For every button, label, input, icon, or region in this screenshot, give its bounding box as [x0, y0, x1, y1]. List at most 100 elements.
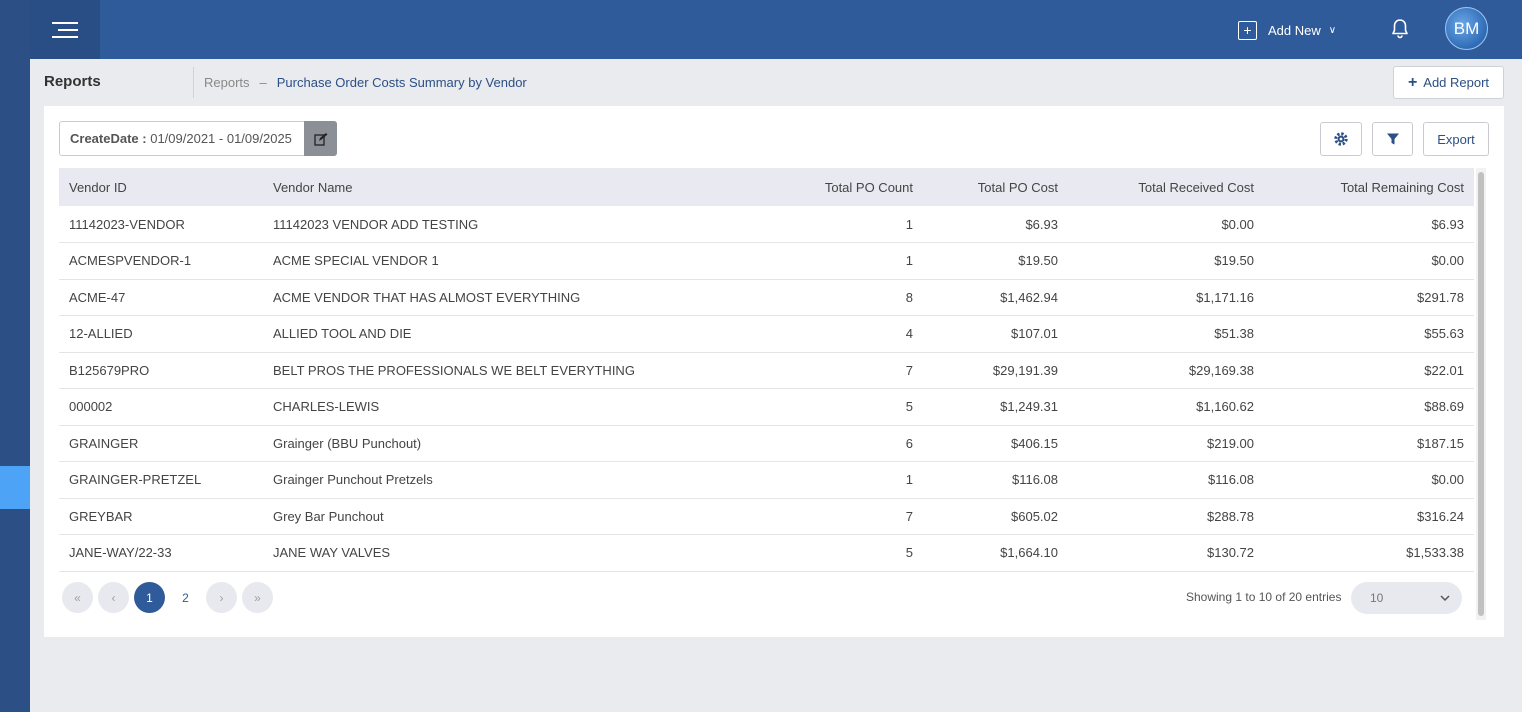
po-count-cell: 7 [743, 498, 923, 535]
column-header[interactable]: Total PO Count [743, 168, 923, 206]
first-page-button[interactable]: « [62, 582, 93, 613]
po-cost-cell: $116.08 [923, 461, 1068, 499]
remaining-cost-cell: $55.63 [1264, 315, 1474, 353]
received-cost-cell: $116.08 [1068, 461, 1264, 499]
gear-icon [1334, 132, 1348, 146]
report-table: Vendor ID Vendor Name Total PO Count Tot… [59, 168, 1474, 572]
received-cost-cell: $1,171.16 [1068, 279, 1264, 316]
table-row[interactable]: 000002 CHARLES-LEWIS 5 $1,249.31 $1,160.62 $8… [59, 388, 1474, 426]
remaining-cost-cell: $0.00 [1264, 242, 1474, 280]
received-cost-cell: $29,169.38 [1068, 352, 1264, 389]
vendor-name-cell: Grey Bar Punchout [263, 498, 743, 535]
breadcrumb-separator: – [259, 75, 267, 90]
last-page-button[interactable]: » [242, 582, 273, 613]
table-row[interactable]: ACME-47 ACME VENDOR THAT HAS ALMOST EVERY… [59, 279, 1474, 316]
add-new-menu[interactable]: + Add New ∨ [1238, 18, 1336, 42]
po-count-cell: 5 [743, 388, 923, 426]
left-nav-rail [0, 0, 30, 712]
table-row[interactable]: B125679PRO BELT PROS THE PROFESSIONALS WE… [59, 352, 1474, 389]
settings-button[interactable] [1320, 122, 1362, 156]
remaining-cost-cell: $88.69 [1264, 388, 1474, 426]
edit-date-button[interactable] [304, 121, 337, 156]
po-cost-cell: $29,191.39 [923, 352, 1068, 389]
vendor-id-cell: 000002 [59, 388, 263, 426]
page-size-select[interactable]: 10 [1351, 582, 1462, 614]
po-cost-cell: $6.93 [923, 206, 1068, 243]
filter-button[interactable] [1372, 122, 1413, 156]
po-count-cell: 4 [743, 315, 923, 353]
date-range-text: CreateDate : 01/09/2021 - 01/09/2025 [60, 131, 304, 146]
received-cost-cell: $219.00 [1068, 425, 1264, 462]
remaining-cost-cell: $0.00 [1264, 461, 1474, 499]
hamburger-icon [52, 17, 78, 43]
plus-square-icon: + [1238, 20, 1257, 40]
pagination: « ‹ 1 2 › » [62, 582, 278, 613]
table-scrollbar[interactable] [1476, 168, 1486, 620]
vendor-name-cell: BELT PROS THE PROFESSIONALS WE BELT EVER… [263, 352, 743, 389]
breadcrumb-reports-link[interactable]: Reports [204, 75, 250, 90]
po-cost-cell: $1,664.10 [923, 534, 1068, 572]
table-row[interactable]: 11142023-VENDOR 11142023 VENDOR ADD TESTI… [59, 206, 1474, 243]
received-cost-cell: $51.38 [1068, 315, 1264, 353]
chevron-down-icon: ∨ [1328, 24, 1337, 36]
vendor-name-cell: 11142023 VENDOR ADD TESTING [263, 206, 743, 243]
vendor-name-cell: CHARLES-LEWIS [263, 388, 743, 426]
prev-page-button[interactable]: ‹ [98, 582, 129, 613]
export-button[interactable]: Export [1423, 122, 1489, 156]
active-nav-indicator[interactable] [0, 466, 30, 509]
po-cost-cell: $605.02 [923, 498, 1068, 535]
top-bar: + Add New ∨ BM [30, 0, 1522, 59]
remaining-cost-cell: $291.78 [1264, 279, 1474, 316]
user-avatar[interactable]: BM [1445, 7, 1488, 50]
divider [193, 67, 194, 98]
received-cost-cell: $130.72 [1068, 534, 1264, 572]
vendor-name-cell: ALLIED TOOL AND DIE [263, 315, 743, 353]
vendor-id-cell: GREYBAR [59, 498, 263, 535]
next-page-button[interactable]: › [206, 582, 237, 613]
date-filter-label: CreateDate : [70, 131, 147, 146]
po-count-cell: 7 [743, 352, 923, 389]
page-subheader: Reports Reports – Purchase Order Costs S… [30, 59, 1522, 107]
table-row[interactable]: ACMESPVENDOR-1 ACME SPECIAL VENDOR 1 1 $19.… [59, 242, 1474, 280]
remaining-cost-cell: $316.24 [1264, 498, 1474, 535]
received-cost-cell: $19.50 [1068, 242, 1264, 280]
column-header[interactable]: Total PO Cost [923, 168, 1068, 206]
column-header[interactable]: Vendor Name [263, 168, 743, 206]
po-count-cell: 5 [743, 534, 923, 572]
page-button-1[interactable]: 1 [134, 582, 165, 613]
vendor-id-cell: B125679PRO [59, 352, 263, 389]
table-row[interactable]: GREYBAR Grey Bar Punchout 7 $605.02 $288.78 $… [59, 498, 1474, 535]
add-report-label: Add Report [1423, 75, 1490, 90]
vendor-name-cell: Grainger (BBU Punchout) [263, 425, 743, 462]
funnel-icon [1386, 133, 1399, 145]
table-header-row: Vendor ID Vendor Name Total PO Count Tot… [59, 168, 1474, 206]
vendor-name-cell: ACME SPECIAL VENDOR 1 [263, 242, 743, 280]
breadcrumb-current: Purchase Order Costs Summary by Vendor [276, 75, 527, 90]
scrollbar-thumb[interactable] [1478, 172, 1484, 616]
column-header[interactable]: Vendor ID [59, 168, 263, 206]
vendor-id-cell: GRAINGER-PRETZEL [59, 461, 263, 499]
column-header[interactable]: Total Received Cost [1068, 168, 1264, 206]
date-range-filter[interactable]: CreateDate : 01/09/2021 - 01/09/2025 [59, 121, 337, 156]
received-cost-cell: $288.78 [1068, 498, 1264, 535]
table-row[interactable]: 12-ALLIED ALLIED TOOL AND DIE 4 $107.01 $51.… [59, 315, 1474, 353]
page-button-2[interactable]: 2 [170, 582, 201, 613]
vendor-name-cell: ACME VENDOR THAT HAS ALMOST EVERYTHING [263, 279, 743, 316]
received-cost-cell: $0.00 [1068, 206, 1264, 243]
add-new-label: Add New [1268, 22, 1321, 38]
date-filter-value: 01/09/2021 - 01/09/2025 [150, 131, 292, 146]
page-size-value: 10 [1370, 591, 1384, 605]
table-row[interactable]: JANE-WAY/22-33 JANE WAY VALVES 5 $1,664.10 $… [59, 534, 1474, 572]
po-count-cell: 1 [743, 242, 923, 280]
menu-toggle-button[interactable] [30, 0, 100, 59]
table-row[interactable]: GRAINGER Grainger (BBU Punchout) 6 $406.15 $… [59, 425, 1474, 462]
report-card: CreateDate : 01/09/2021 - 01/09/2025 Exp… [44, 106, 1504, 637]
po-cost-cell: $107.01 [923, 315, 1068, 353]
avatar-initials: BM [1453, 18, 1480, 38]
column-header[interactable]: Total Remaining Cost [1264, 168, 1474, 206]
po-count-cell: 1 [743, 461, 923, 499]
table-row[interactable]: GRAINGER-PRETZEL Grainger Punchout Pretze… [59, 461, 1474, 499]
add-report-button[interactable]: + Add Report [1393, 66, 1504, 99]
po-count-cell: 1 [743, 206, 923, 243]
bell-icon[interactable] [1388, 17, 1412, 41]
